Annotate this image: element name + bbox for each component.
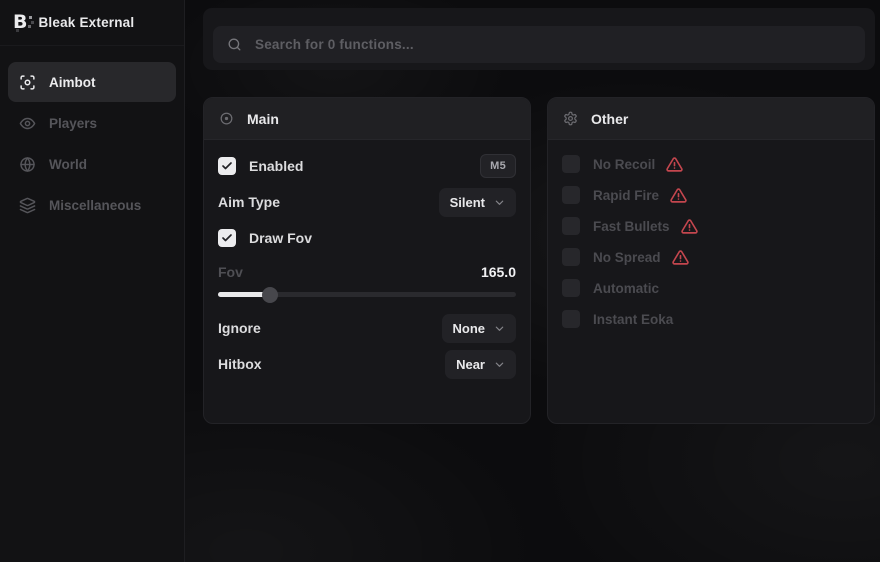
other-item-label: Rapid Fire <box>593 188 659 203</box>
search-icon <box>227 37 242 52</box>
sidebar-item-aimbot[interactable]: Aimbot <box>8 62 176 102</box>
aim-type-select[interactable]: Silent <box>439 188 516 217</box>
draw-fov-label: Draw Fov <box>249 230 312 246</box>
panel-other-header: Other <box>548 98 874 140</box>
chevron-down-icon <box>494 323 505 334</box>
other-item-label: No Recoil <box>593 157 655 172</box>
app-logo: B <box>13 13 27 32</box>
other-item-row: Automatic <box>562 278 860 298</box>
search-placeholder: Search for 0 functions... <box>255 37 414 52</box>
sidebar-item-world[interactable]: World <box>8 144 176 184</box>
eye-icon <box>19 115 36 132</box>
warning-icon <box>681 218 698 235</box>
layers-icon <box>19 197 36 214</box>
panel-main: Main Enabled M5 Aim Type Silent <box>203 97 531 424</box>
draw-fov-row: Draw Fov <box>218 226 516 250</box>
sidebar-item-label: Miscellaneous <box>49 198 141 213</box>
aim-type-label: Aim Type <box>218 194 280 210</box>
sidebar: B Bleak External Aimbot Players World Misce… <box>0 0 185 562</box>
sidebar-item-label: Aimbot <box>49 75 96 90</box>
sidebar-item-label: Players <box>49 116 97 131</box>
other-item-row: Instant Eoka <box>562 309 860 329</box>
other-item-row: Fast Bullets <box>562 216 860 236</box>
keybind-badge[interactable]: M5 <box>480 154 516 178</box>
enabled-row: Enabled M5 <box>218 154 516 178</box>
other-item-checkbox[interactable] <box>562 248 580 266</box>
other-item-label: Automatic <box>593 281 659 296</box>
other-item-label: Fast Bullets <box>593 219 670 234</box>
hitbox-label: Hitbox <box>218 356 262 372</box>
fov-slider-knob[interactable] <box>262 287 278 303</box>
panel-main-header: Main <box>204 98 530 140</box>
brand: B Bleak External <box>0 0 184 45</box>
sidebar-item-miscellaneous[interactable]: Miscellaneous <box>8 185 176 225</box>
fov-value: 165.0 <box>481 264 516 280</box>
hitbox-row: Hitbox Near <box>218 352 516 376</box>
warning-icon <box>672 249 689 266</box>
sidebar-nav: Aimbot Players World Miscellaneous <box>0 45 184 241</box>
panel-other-title: Other <box>591 111 628 127</box>
fov-label: Fov <box>218 264 243 280</box>
other-item-label: Instant Eoka <box>593 312 673 327</box>
panel-other: Other No Recoil Rapid Fire Fast Bullets No … <box>547 97 875 424</box>
check-icon <box>221 232 233 244</box>
ignore-label: Ignore <box>218 320 261 336</box>
fov-row: Fov 165.0 <box>218 262 516 282</box>
fov-slider[interactable] <box>218 292 516 297</box>
other-item-checkbox[interactable] <box>562 186 580 204</box>
target-icon <box>219 111 234 126</box>
other-item-row: No Spread <box>562 247 860 267</box>
main-content: Search for 0 functions... Main Enabled M… <box>186 0 880 424</box>
gear-icon <box>563 111 578 126</box>
hitbox-value: Near <box>456 357 485 372</box>
chevron-down-icon <box>494 197 505 208</box>
hitbox-select[interactable]: Near <box>445 350 516 379</box>
other-item-row: No Recoil <box>562 154 860 174</box>
search-card: Search for 0 functions... <box>203 8 875 70</box>
other-item-checkbox[interactable] <box>562 155 580 173</box>
check-icon <box>221 160 233 172</box>
crosshair-icon <box>19 74 36 91</box>
enabled-checkbox[interactable] <box>218 157 236 175</box>
other-item-label: No Spread <box>593 250 661 265</box>
search-input[interactable]: Search for 0 functions... <box>213 26 865 63</box>
warning-icon <box>670 187 687 204</box>
globe-icon <box>19 156 36 173</box>
ignore-value: None <box>453 321 486 336</box>
app-title: Bleak External <box>38 15 134 30</box>
aim-type-value: Silent <box>450 195 485 210</box>
aim-type-row: Aim Type Silent <box>218 190 516 214</box>
other-item-checkbox[interactable] <box>562 279 580 297</box>
sidebar-item-players[interactable]: Players <box>8 103 176 143</box>
panel-main-title: Main <box>247 111 279 127</box>
other-item-row: Rapid Fire <box>562 185 860 205</box>
chevron-down-icon <box>494 359 505 370</box>
draw-fov-checkbox[interactable] <box>218 229 236 247</box>
other-item-checkbox[interactable] <box>562 217 580 235</box>
ignore-select[interactable]: None <box>442 314 517 343</box>
sidebar-item-label: World <box>49 157 87 172</box>
ignore-row: Ignore None <box>218 316 516 340</box>
enabled-label: Enabled <box>249 158 303 174</box>
warning-icon <box>666 156 683 173</box>
other-item-checkbox[interactable] <box>562 310 580 328</box>
